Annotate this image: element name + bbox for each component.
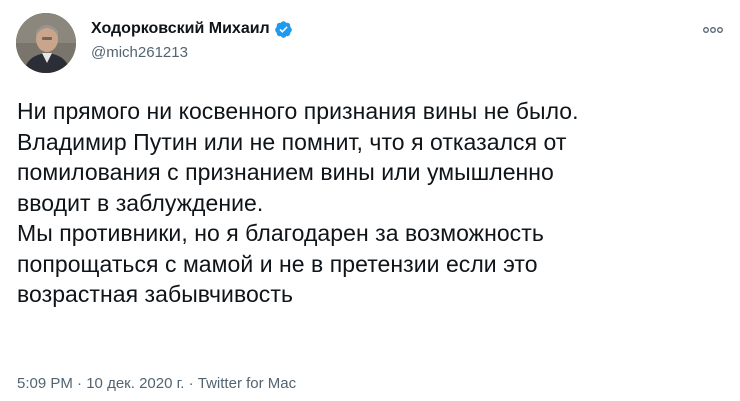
author-handle[interactable]: @mich261213 — [91, 43, 293, 63]
meta-separator: · — [72, 375, 87, 392]
tweet-time[interactable]: 5:09 PM — [17, 375, 73, 392]
tweet-text-line: возрастная забывчивость — [17, 281, 293, 307]
tweet-source[interactable]: Twitter for Mac — [198, 375, 296, 392]
avatar[interactable] — [16, 13, 76, 73]
tweet: Ходорковский Михаил @mich261213 Ни прямо… — [0, 0, 740, 401]
tweet-text-line: Мы противники, но я благодарен за возмож… — [17, 220, 544, 246]
tweet-text-line: попрощаться с мамой и не в претензии есл… — [17, 250, 538, 277]
tweet-text-line: помилования с признанием вины или умышле… — [17, 159, 554, 185]
tweet-date[interactable]: 10 дек. 2020 г. — [86, 375, 184, 392]
more-options-icon[interactable] — [698, 20, 728, 40]
avatar-photo — [16, 13, 76, 73]
tweet-text-line: Владимир Путин или не помнит, что я отка… — [17, 128, 567, 155]
tweet-text-line: Ни прямого ни косвенного признания вины … — [17, 98, 579, 124]
tweet-text: Ни прямого ни косвенного признания вины … — [17, 96, 732, 310]
tweet-text-line: вводит в заблуждение. — [17, 189, 264, 216]
meta-separator: · — [184, 375, 198, 392]
author-block: Ходорковский Михаил @mich261213 — [91, 18, 293, 63]
author-name[interactable]: Ходорковский Михаил — [91, 19, 270, 39]
name-row: Ходорковский Михаил — [91, 18, 293, 40]
tweet-meta: 5:09 PM · 10 дек. 2020 г. · Twitter for … — [17, 375, 296, 392]
verified-badge-icon — [274, 20, 293, 39]
